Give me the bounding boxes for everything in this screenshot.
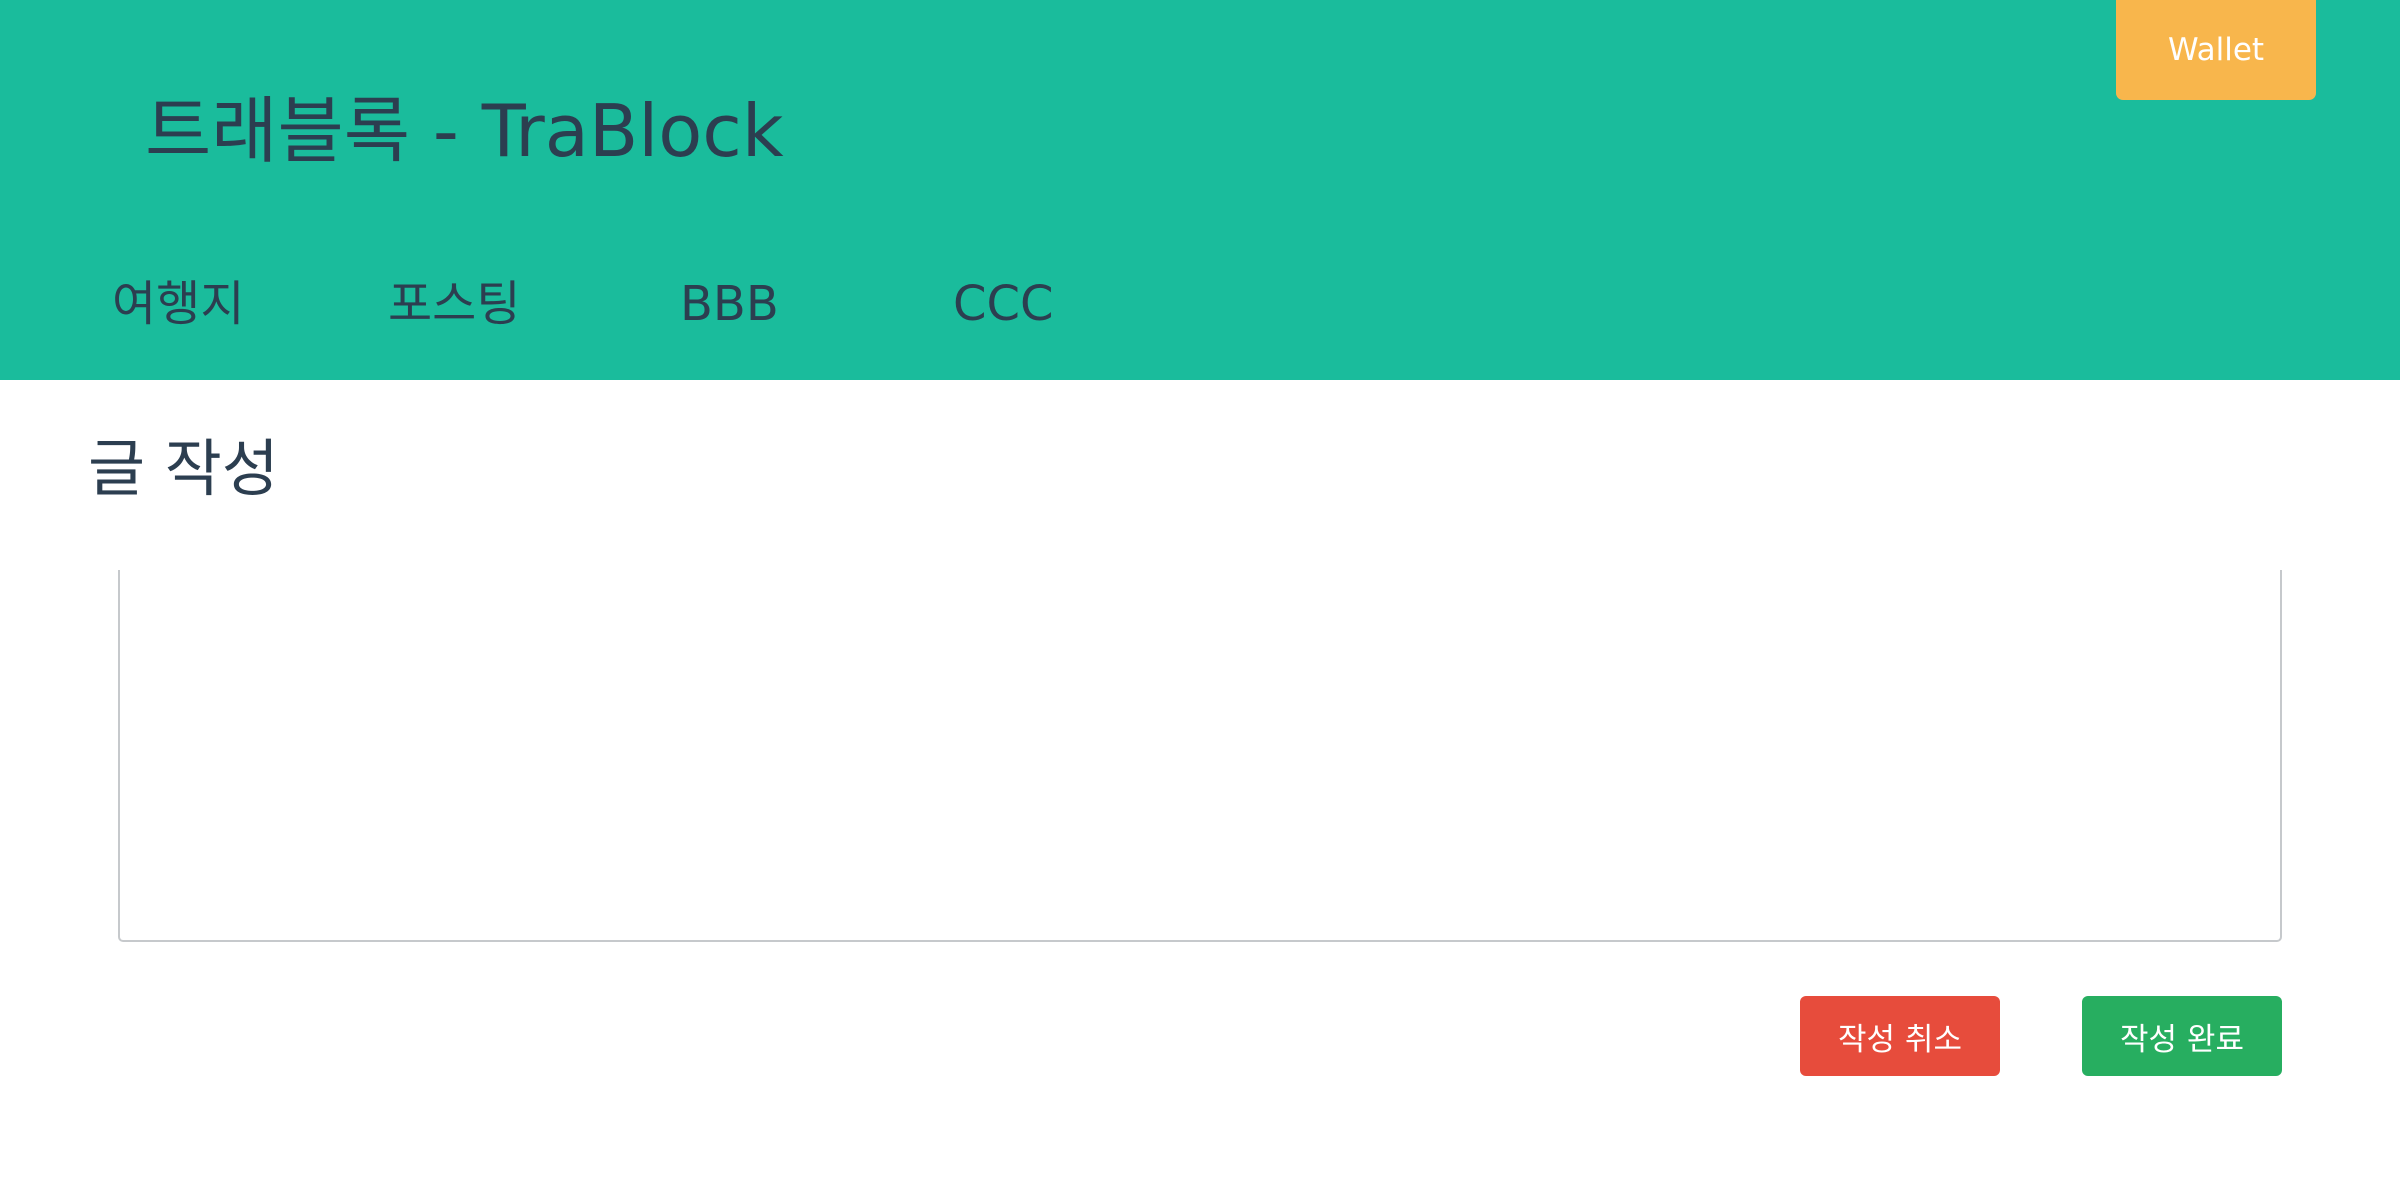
nav-item-posting[interactable]: 포스팅 xyxy=(388,280,520,328)
nav-item-bbb[interactable]: BBB xyxy=(680,280,779,328)
submit-post-button[interactable]: 작성 완료 xyxy=(2082,996,2282,1076)
site-header: 트래블록 - TraBlock Wallet 여행지 포스팅 BBB CCC xyxy=(0,0,2400,380)
page-title: 글 작성 xyxy=(88,432,279,505)
post-content-editor[interactable] xyxy=(118,570,2282,942)
nav-item-ccc[interactable]: CCC xyxy=(953,280,1054,328)
wallet-button[interactable]: Wallet xyxy=(2116,0,2316,100)
site-title[interactable]: 트래블록 - TraBlock xyxy=(145,95,784,167)
nav-item-destinations[interactable]: 여행지 xyxy=(112,280,244,328)
cancel-post-button[interactable]: 작성 취소 xyxy=(1800,996,2000,1076)
